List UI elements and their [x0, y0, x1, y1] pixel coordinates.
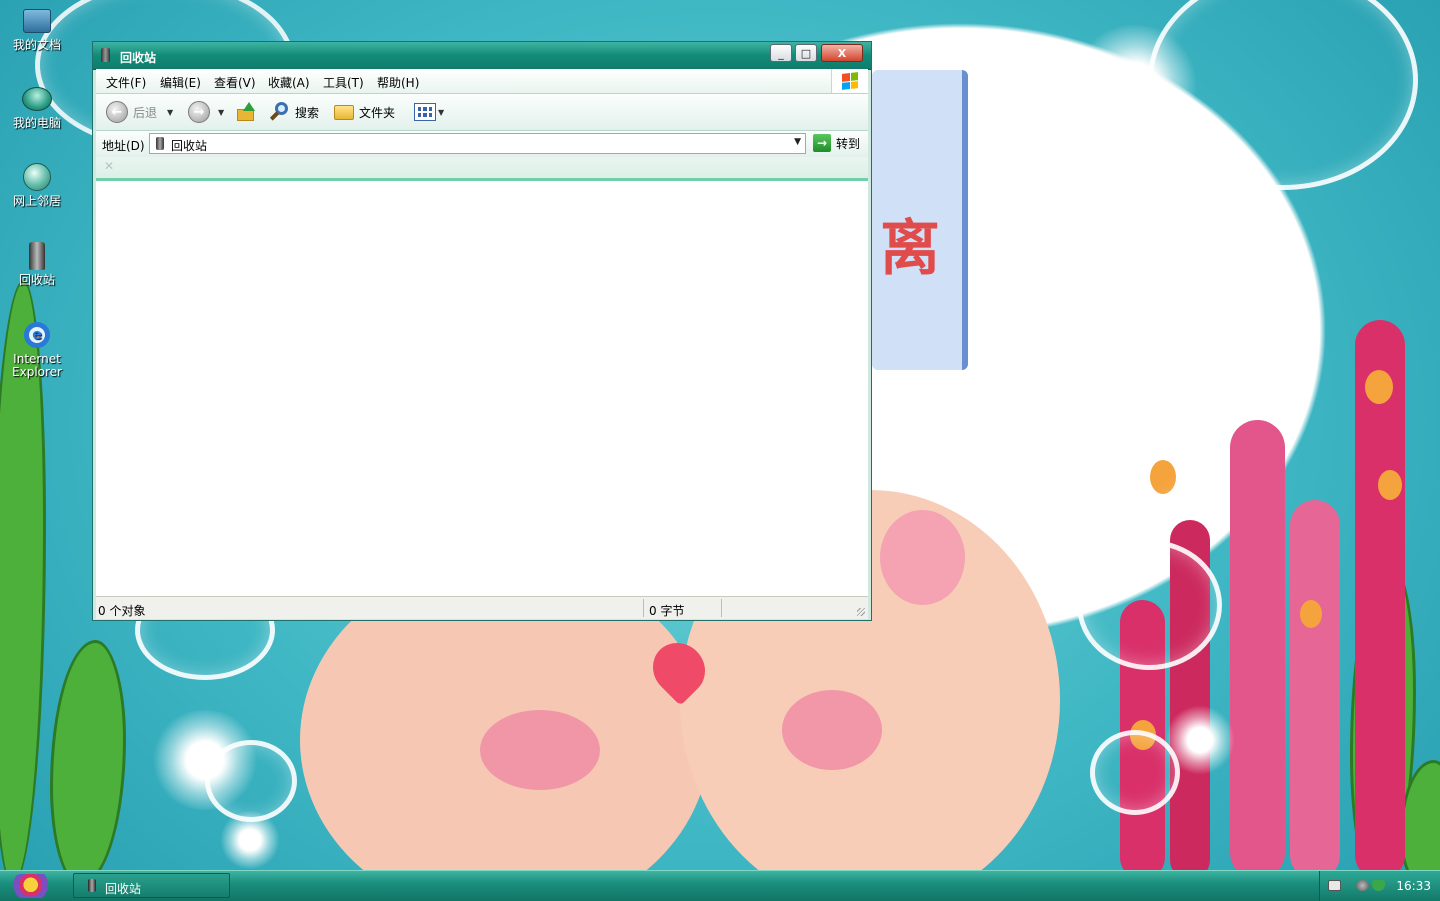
coral	[1290, 500, 1340, 870]
search-label: 搜索	[295, 105, 320, 120]
light-glow	[220, 810, 280, 870]
close-bar-icon[interactable]: ✕	[104, 159, 114, 173]
light-glow	[150, 710, 260, 810]
window-titlebar[interactable]: 回收站 _ □ X	[93, 42, 871, 70]
desktop-icon-label: 网上邻居	[12, 194, 61, 208]
taskbar: 回收站 16:33	[0, 870, 1440, 901]
recycle-bin-icon	[88, 879, 96, 892]
folder-icon	[20, 6, 54, 36]
address-dropdown-icon[interactable]: ▼	[794, 137, 801, 147]
menu-tools[interactable]: 工具(T)	[323, 74, 364, 91]
folder-icon	[334, 104, 354, 120]
menu-file[interactable]: 文件(F)	[106, 74, 146, 91]
coral-spot	[1365, 370, 1393, 404]
computer-icon	[20, 84, 54, 114]
taskbar-item-recycle-bin[interactable]: 回收站	[73, 873, 230, 898]
minimize-button[interactable]: _	[770, 44, 792, 62]
go-button[interactable]: → 转到	[813, 134, 860, 152]
up-folder-icon	[236, 102, 256, 122]
window-title: 回收站	[120, 51, 157, 65]
recycle-bin-window[interactable]: 回收站 _ □ X 文件(F) 编辑(E) 查看(V) 收藏(A) 工具(T) …	[92, 41, 872, 621]
coral	[1230, 420, 1285, 870]
maximize-icon: □	[800, 46, 812, 60]
desktop-icon-label: Explorer	[12, 365, 62, 379]
folders-button[interactable]: 文件夹	[334, 100, 395, 124]
shield-icon[interactable]	[1372, 880, 1385, 891]
globe-icon	[20, 162, 54, 192]
address-label: 地址(D)	[102, 139, 145, 153]
forward-button[interactable]: → ▼	[188, 100, 224, 124]
bubble	[1015, 335, 1215, 520]
menu-help[interactable]: 帮助(H)	[377, 74, 419, 91]
wallpaper-shape	[782, 690, 882, 770]
desktop-icon-network[interactable]: 网上邻居	[6, 162, 68, 208]
seaweed	[50, 640, 126, 870]
recycle-bin-icon	[20, 241, 54, 271]
status-size: 0 字节	[649, 604, 685, 618]
light-glow	[1070, 25, 1200, 145]
bubble	[1077, 540, 1222, 670]
search-button[interactable]: 搜索	[269, 100, 319, 124]
desktop-icon-internet-explorer[interactable]: e Internet Explorer	[6, 320, 68, 379]
desktop-icon-my-computer[interactable]: 我的电脑	[6, 84, 68, 130]
taskbar-item-label: 回收站	[105, 882, 142, 896]
back-label: 后退	[133, 105, 158, 120]
light-glow	[1165, 705, 1235, 775]
status-object-count: 0 个对象	[98, 604, 146, 618]
wallpaper-shape	[480, 710, 600, 790]
status-bar: 0 个对象 0 字节	[96, 596, 868, 619]
keyboard-icon[interactable]	[1328, 880, 1341, 891]
menu-bar: 文件(F) 编辑(E) 查看(V) 收藏(A) 工具(T) 帮助(H)	[96, 69, 868, 94]
views-icon	[414, 103, 436, 121]
address-bar: 地址(D) 回收站 ▼ → 转到	[96, 131, 868, 157]
back-button[interactable]: ← 后退 ▼	[106, 100, 173, 124]
coral-spot	[1300, 600, 1322, 628]
wallpaper-shape	[880, 510, 965, 605]
status-divider	[721, 599, 722, 617]
recycle-bin-icon	[156, 137, 164, 150]
views-button[interactable]: ▼	[414, 100, 444, 124]
close-icon: X	[837, 46, 847, 60]
clock[interactable]: 16:33	[1396, 879, 1431, 893]
folders-label: 文件夹	[359, 105, 396, 120]
address-input[interactable]: 回收站 ▼	[149, 133, 806, 154]
menu-edit[interactable]: 编辑(E)	[160, 74, 201, 91]
system-tray: 16:33	[1319, 871, 1440, 901]
windows-logo-icon	[831, 69, 868, 93]
forward-dropdown-icon[interactable]: ▼	[218, 108, 224, 117]
links-bar: ✕	[96, 157, 868, 181]
go-label: 转到	[836, 136, 861, 151]
forward-arrow-icon: →	[188, 101, 210, 123]
network-icon[interactable]	[1356, 880, 1369, 891]
start-button[interactable]	[10, 874, 56, 898]
minimize-icon: _	[778, 46, 784, 60]
maximize-button[interactable]: □	[795, 44, 817, 62]
search-icon	[269, 101, 291, 123]
back-arrow-icon: ←	[106, 101, 128, 123]
up-folder-button[interactable]	[236, 100, 256, 124]
address-value: 回收站	[171, 139, 208, 153]
file-list-area[interactable]	[96, 181, 868, 596]
go-arrow-icon: →	[813, 134, 831, 152]
desktop-icon-label: 我的电脑	[12, 116, 61, 130]
views-dropdown-icon[interactable]: ▼	[438, 108, 444, 117]
desktop-icon-recycle-bin[interactable]: 回收站	[6, 241, 68, 287]
internet-explorer-icon: e	[20, 320, 54, 350]
desktop-icon-label: 我的文档	[12, 38, 61, 52]
menu-view[interactable]: 查看(V)	[214, 74, 256, 91]
status-divider	[643, 599, 644, 617]
back-dropdown-icon[interactable]: ▼	[167, 108, 173, 117]
recycle-bin-icon	[101, 48, 110, 62]
standard-toolbar: ← 后退 ▼ → ▼ 搜索 文件夹 ▼	[96, 94, 868, 131]
bubble	[1145, 215, 1285, 345]
menu-favorites[interactable]: 收藏(A)	[268, 74, 310, 91]
desktop-icon-my-documents[interactable]: 我的文档	[6, 6, 68, 52]
desktop-icon-label: 回收站	[18, 273, 55, 287]
wallpaper-text: 离	[880, 214, 940, 284]
resize-grip[interactable]	[857, 608, 865, 616]
coral-spot	[1378, 470, 1402, 500]
close-button[interactable]: X	[821, 44, 863, 62]
